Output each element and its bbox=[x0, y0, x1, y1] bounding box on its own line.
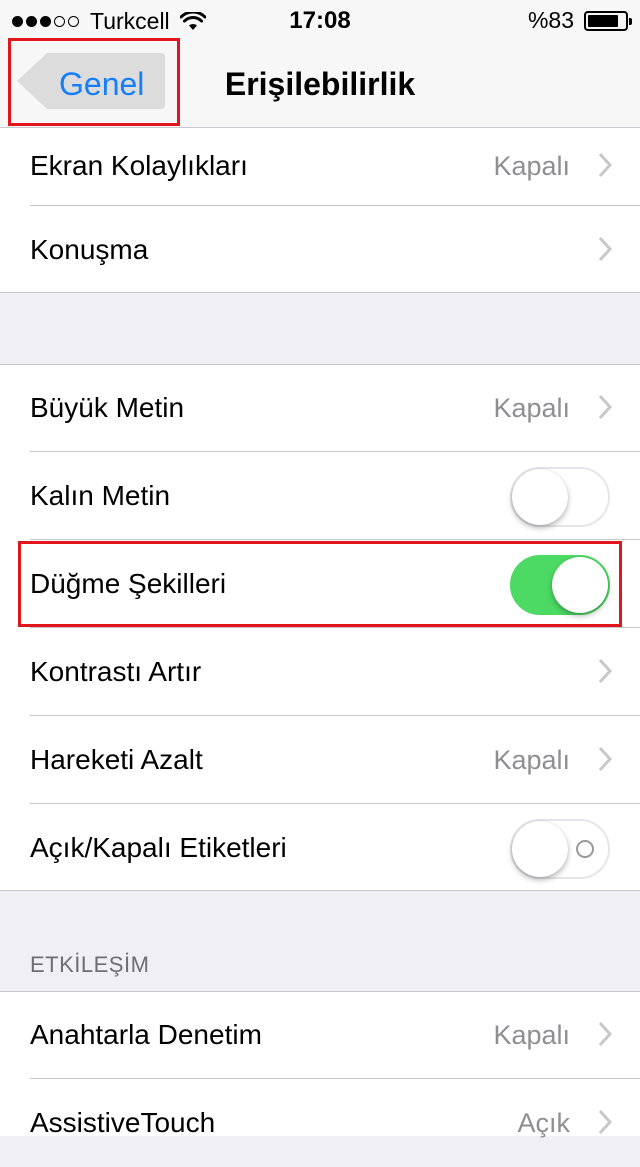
chevron-right-icon bbox=[598, 152, 612, 178]
chevron-right-icon bbox=[598, 658, 612, 684]
off-circle-icon bbox=[576, 840, 594, 858]
battery-icon bbox=[584, 10, 632, 31]
bold-text-toggle[interactable] bbox=[510, 467, 610, 527]
cell-label: Kontrastı Artır bbox=[30, 656, 202, 687]
cell-label: Anahtarla Denetim bbox=[30, 1019, 262, 1050]
cell-label: Konuşma bbox=[30, 234, 149, 265]
cell-ekran-kolayliklari[interactable]: Ekran Kolaylıkları Kapalı bbox=[0, 128, 640, 206]
cell-label: Büyük Metin bbox=[30, 392, 185, 423]
on-off-labels-toggle[interactable] bbox=[510, 819, 610, 879]
cell-label: Hareketi Azalt bbox=[30, 744, 203, 775]
cell-value: Kapalı bbox=[493, 151, 570, 181]
status-bar: Turkcell 17:08 %83 bbox=[0, 0, 640, 40]
cell-assistivetouch[interactable]: AssistiveTouch Açık bbox=[0, 1079, 640, 1167]
navigation-bar: Genel Erişilebilirlik bbox=[0, 38, 640, 128]
button-shapes-toggle[interactable] bbox=[510, 555, 610, 615]
settings-group-interaction: Anahtarla Denetim Kapalı AssistiveTouch … bbox=[0, 991, 640, 1138]
cell-value: Kapalı bbox=[493, 393, 570, 423]
status-right: %83 bbox=[527, 7, 632, 34]
cell-konusma[interactable]: Konuşma bbox=[0, 206, 640, 293]
cell-label: AssistiveTouch bbox=[30, 1107, 216, 1138]
cell-value: Açık bbox=[517, 1108, 570, 1138]
cell-value: Kapalı bbox=[493, 745, 570, 775]
chevron-right-icon bbox=[598, 1021, 612, 1047]
chevron-right-icon bbox=[598, 746, 612, 772]
cell-kalin-metin: Kalın Metin bbox=[0, 452, 640, 540]
section-header-interaction: ETKİLEŞİM bbox=[30, 952, 150, 977]
cell-kontrasti-artir[interactable]: Kontrastı Artır bbox=[0, 628, 640, 716]
cell-label: Ekran Kolaylıkları bbox=[30, 150, 248, 181]
chevron-right-icon bbox=[598, 1109, 612, 1135]
cell-value: Kapalı bbox=[493, 1020, 570, 1050]
page-title: Erişilebilirlik bbox=[224, 66, 416, 102]
settings-group-vision: Ekran Kolaylıkları Kapalı Konuşma bbox=[0, 128, 640, 293]
cell-label: Düğme Şekilleri bbox=[30, 568, 227, 599]
cell-anahtarla-denetim[interactable]: Anahtarla Denetim Kapalı bbox=[0, 991, 640, 1079]
settings-group-display: Büyük Metin Kapalı Kalın Metin Düğme Şek… bbox=[0, 364, 640, 891]
cell-buyuk-metin[interactable]: Büyük Metin Kapalı bbox=[0, 364, 640, 452]
cell-dugme-sekilleri: Düğme Şekilleri bbox=[0, 540, 640, 628]
cell-label: Açık/Kapalı Etiketleri bbox=[30, 832, 287, 863]
cell-acik-kapali-etiketleri: Açık/Kapalı Etiketleri bbox=[0, 804, 640, 892]
cell-hareketi-azalt[interactable]: Hareketi Azalt Kapalı bbox=[0, 716, 640, 804]
cell-label: Kalın Metin bbox=[30, 480, 171, 511]
chevron-right-icon bbox=[598, 236, 612, 262]
chevron-right-icon bbox=[598, 394, 612, 420]
battery-percent: %83 bbox=[527, 7, 574, 33]
